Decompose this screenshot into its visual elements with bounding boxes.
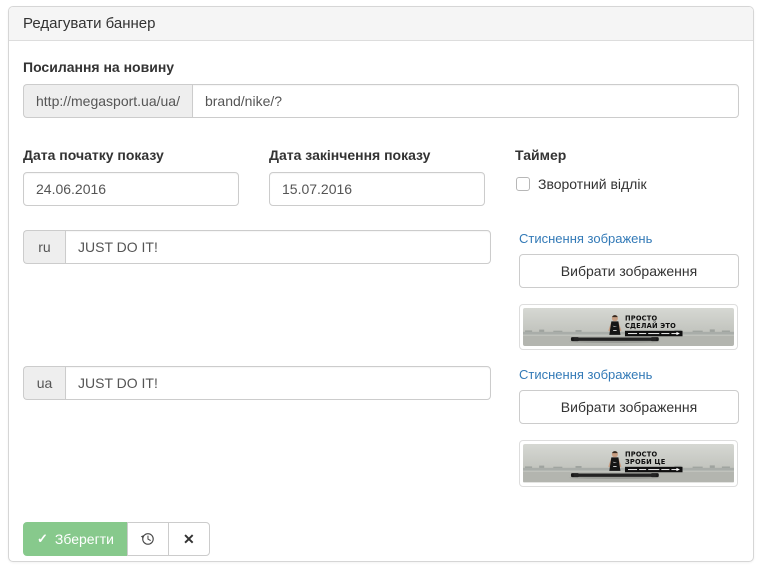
dates-timer-row: Дата початку показу Дата закінчення пока… bbox=[23, 147, 739, 206]
url-prefix-addon: http://megasport.ua/ua/ bbox=[23, 84, 192, 118]
locale-row-ua: ua Стиснення зображень Вибрати зображенн… bbox=[23, 366, 739, 486]
start-date-label: Дата початку показу bbox=[23, 147, 239, 164]
banner-thumbnail-ua: ПРОСТО ЗРОБИ ЦЕ bbox=[519, 440, 738, 486]
locale-ua-input-group: ua bbox=[23, 366, 491, 400]
choose-image-button-ru[interactable]: Вибрати зображення bbox=[519, 254, 739, 288]
countdown-label: Зворотний відлік bbox=[538, 176, 647, 192]
news-link-label: Посилання на новину bbox=[23, 59, 739, 76]
url-input-group: http://megasport.ua/ua/ bbox=[23, 84, 739, 118]
banner-cta-strip bbox=[625, 467, 683, 472]
timer-column: Таймер Зворотний відлік bbox=[515, 147, 739, 206]
start-date-input[interactable] bbox=[23, 172, 239, 206]
choose-image-button-ua[interactable]: Вибрати зображення bbox=[519, 390, 739, 424]
page-title: Редагувати баннер bbox=[23, 15, 156, 32]
banner-cta-strip bbox=[625, 331, 683, 336]
news-link-section: Посилання на новину http://megasport.ua/… bbox=[23, 59, 739, 118]
banner-headline-line2: СДЕЛАЙ ЭТО bbox=[625, 321, 676, 330]
banner-preview-image-ua: ПРОСТО ЗРОБИ ЦЕ bbox=[523, 444, 734, 482]
history-button[interactable] bbox=[127, 522, 169, 556]
banner-preview-image-ru: ПРОСТО СДЕЛАЙ ЭТО bbox=[523, 308, 734, 346]
end-date-column: Дата закінчення показу bbox=[269, 147, 485, 206]
history-icon bbox=[140, 531, 155, 546]
check-icon: ✓ bbox=[37, 531, 48, 547]
url-input[interactable] bbox=[192, 84, 739, 118]
locale-ua-text-input[interactable] bbox=[65, 366, 491, 400]
start-date-column: Дата початку показу bbox=[23, 147, 239, 206]
compress-images-link-ru[interactable]: Стиснення зображень bbox=[519, 231, 652, 246]
action-buttons: ✓ Зберегти ✕ bbox=[23, 522, 210, 556]
page: Редагувати баннер Посилання на новину ht… bbox=[0, 0, 762, 570]
locale-ua-addon: ua bbox=[23, 366, 65, 400]
locale-ua-left: ua bbox=[23, 366, 491, 486]
locale-ua-right: Стиснення зображень Вибрати зображення bbox=[519, 366, 739, 486]
banner-headline-line2: ЗРОБИ ЦЕ bbox=[625, 459, 666, 467]
close-icon: ✕ bbox=[183, 532, 195, 546]
locale-ru-right: Стиснення зображень Вибрати зображення bbox=[519, 230, 739, 350]
end-date-label: Дата закінчення показу bbox=[269, 147, 485, 164]
countdown-checkbox-row: Зворотний відлік bbox=[515, 176, 739, 192]
locale-ru-input-group: ru bbox=[23, 230, 491, 264]
save-button-label: Зберегти bbox=[55, 531, 114, 547]
close-button[interactable]: ✕ bbox=[168, 522, 210, 556]
timer-label: Таймер bbox=[515, 147, 739, 164]
save-button[interactable]: ✓ Зберегти bbox=[23, 522, 128, 556]
locale-ru-text-input[interactable] bbox=[65, 230, 491, 264]
countdown-checkbox[interactable] bbox=[516, 177, 530, 191]
edit-banner-panel: Редагувати баннер Посилання на новину ht… bbox=[8, 6, 754, 562]
locale-ru-left: ru bbox=[23, 230, 491, 350]
end-date-input[interactable] bbox=[269, 172, 485, 206]
locale-row-ru: ru Стиснення зображень Вибрати зображенн… bbox=[23, 230, 739, 350]
compress-images-link-ua[interactable]: Стиснення зображень bbox=[519, 367, 652, 382]
locale-ru-addon: ru bbox=[23, 230, 65, 264]
panel-body: Посилання на новину http://megasport.ua/… bbox=[9, 41, 753, 570]
panel-header: Редагувати баннер bbox=[9, 7, 753, 41]
banner-thumbnail-ru: ПРОСТО СДЕЛАЙ ЭТО bbox=[519, 304, 738, 350]
